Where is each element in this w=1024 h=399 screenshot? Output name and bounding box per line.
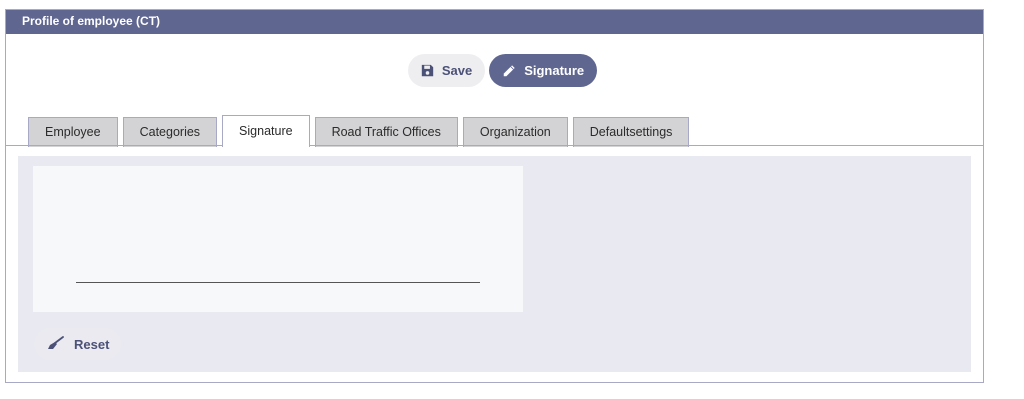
panel-title: Profile of employee (CT) — [6, 10, 983, 34]
reset-button[interactable]: Reset — [34, 328, 122, 360]
tab-organization[interactable]: Organization — [462, 117, 568, 147]
tab-employee[interactable]: Employee — [28, 117, 118, 147]
save-button[interactable]: Save — [407, 54, 486, 87]
broom-icon — [46, 335, 64, 353]
signature-tab-content: Reset — [18, 156, 971, 372]
signature-baseline — [76, 282, 480, 283]
signature-button[interactable]: Signature — [489, 54, 598, 87]
tab-bar: Employee Categories Signature Road Traff… — [28, 115, 690, 147]
signature-pad[interactable] — [33, 166, 523, 312]
tab-categories[interactable]: Categories — [122, 117, 218, 147]
tab-defaultsettings[interactable]: Defaultsettings — [572, 117, 690, 147]
tab-road-traffic-offices[interactable]: Road Traffic Offices — [314, 117, 458, 147]
tab-signature[interactable]: Signature — [222, 115, 310, 147]
toolbar: Save Signature — [6, 54, 983, 87]
signature-button-label: Signature — [524, 63, 585, 78]
save-button-label: Save — [441, 63, 473, 78]
pencil-icon — [502, 64, 516, 78]
tab-divider — [6, 145, 983, 146]
employee-profile-panel: Profile of employee (CT) Save Signature — [5, 9, 984, 383]
reset-button-label: Reset — [74, 336, 110, 352]
floppy-disk-icon — [421, 64, 434, 77]
